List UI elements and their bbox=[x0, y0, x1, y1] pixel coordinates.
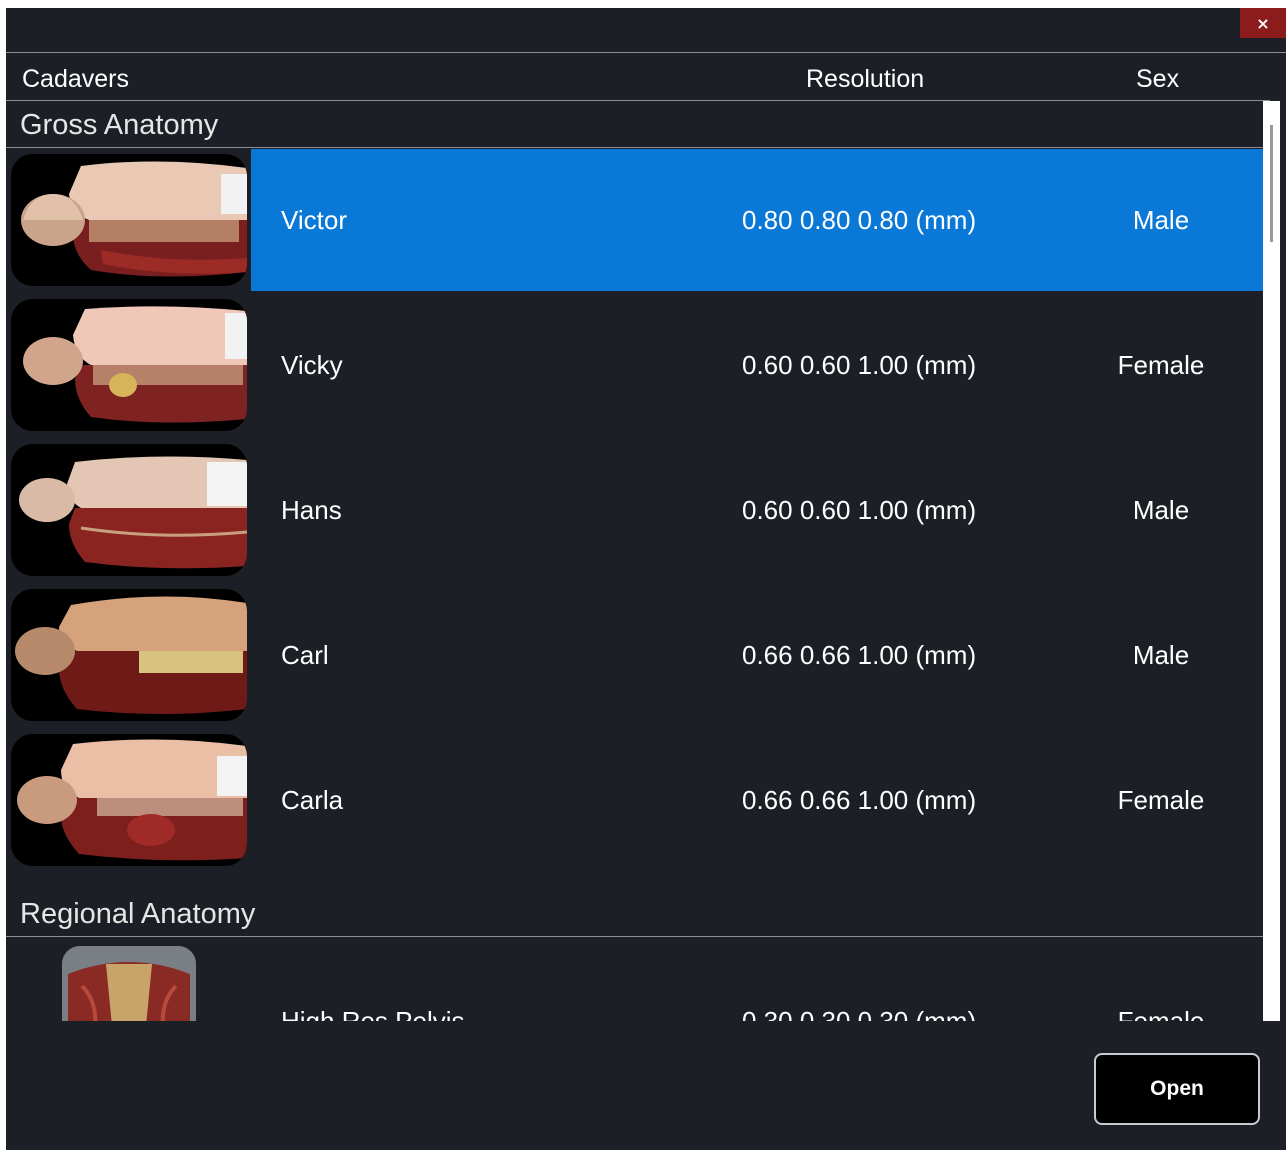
cadaver-resolution: 0.66 0.66 1.00 (mm) bbox=[742, 640, 977, 670]
cadaver-thumbnail bbox=[11, 154, 247, 286]
section-title: Gross Anatomy bbox=[20, 109, 219, 141]
cadaver-name: Hans bbox=[281, 495, 342, 525]
vertical-scrollbar[interactable] bbox=[1263, 101, 1280, 1021]
close-icon: × bbox=[1256, 13, 1270, 33]
cadaver-resolution: 0.60 0.60 1.00 (mm) bbox=[742, 495, 977, 525]
cadaver-sex: Male bbox=[1132, 205, 1190, 235]
cadaver-thumbnail bbox=[62, 946, 196, 1021]
cadaver-resolution: 0.80 0.80 0.80 (mm) bbox=[742, 205, 977, 235]
cadaver-thumbnail bbox=[11, 589, 247, 721]
list-item-carla[interactable]: Carla 0.66 0.66 1.00 (mm) Female bbox=[6, 729, 1263, 871]
cadaver-thumbnail bbox=[11, 734, 247, 866]
section-header-regional-anatomy: Regional Anatomy bbox=[6, 890, 1263, 937]
list-item-hans[interactable]: Hans 0.60 0.60 1.00 (mm) Male bbox=[6, 439, 1263, 581]
list-item-high-res-pelvis[interactable]: High Res Pelvis 0.30 0.30 0.30 (mm) Fema… bbox=[6, 938, 1263, 1021]
cadaver-sex: Female bbox=[1117, 350, 1205, 380]
open-button[interactable]: Open bbox=[1094, 1053, 1260, 1125]
cadaver-thumbnail bbox=[11, 444, 247, 576]
column-header-row: Cadavers Resolution Sex bbox=[6, 54, 1270, 101]
list-item-carl[interactable]: Carl 0.66 0.66 1.00 (mm) Male bbox=[6, 584, 1263, 726]
column-header-cadavers[interactable]: Cadavers bbox=[22, 65, 129, 94]
cadaver-sex: Female bbox=[1117, 785, 1205, 815]
cadaver-resolution: 0.30 0.30 0.30 (mm) bbox=[742, 1006, 977, 1021]
list-item-vicky[interactable]: Vicky 0.60 0.60 1.00 (mm) Female bbox=[6, 294, 1263, 436]
cadaver-thumbnail bbox=[11, 299, 247, 431]
cadaver-sex: Male bbox=[1132, 495, 1190, 525]
cadaver-name: Vicky bbox=[281, 350, 343, 380]
cadaver-resolution: 0.66 0.66 1.00 (mm) bbox=[742, 785, 977, 815]
column-header-resolution[interactable]: Resolution bbox=[806, 65, 924, 94]
cadaver-list[interactable]: Gross Anatomy Victor 0.80 0.80 0.80 (mm)… bbox=[6, 101, 1263, 1021]
scrollbar-thumb[interactable] bbox=[1270, 125, 1273, 242]
cadaver-name: Victor bbox=[281, 205, 347, 235]
title-divider bbox=[6, 52, 1286, 53]
section-title: Regional Anatomy bbox=[20, 898, 256, 930]
cadaver-name: Carla bbox=[281, 785, 344, 815]
cadaver-name: High Res Pelvis bbox=[281, 1006, 465, 1021]
close-button[interactable]: × bbox=[1240, 8, 1286, 38]
cadaver-sex: Female bbox=[1117, 1006, 1205, 1021]
list-item-victor[interactable]: Victor 0.80 0.80 0.80 (mm) Male bbox=[6, 149, 1263, 291]
cadaver-name: Carl bbox=[281, 640, 329, 670]
column-header-sex[interactable]: Sex bbox=[1136, 65, 1179, 94]
cadaver-resolution: 0.60 0.60 1.00 (mm) bbox=[742, 350, 977, 380]
cadaver-selection-window: × Cadavers Resolution Sex Gross Anatomy bbox=[6, 8, 1286, 1150]
cadaver-sex: Male bbox=[1132, 640, 1190, 670]
section-header-gross-anatomy: Gross Anatomy bbox=[6, 101, 1263, 148]
